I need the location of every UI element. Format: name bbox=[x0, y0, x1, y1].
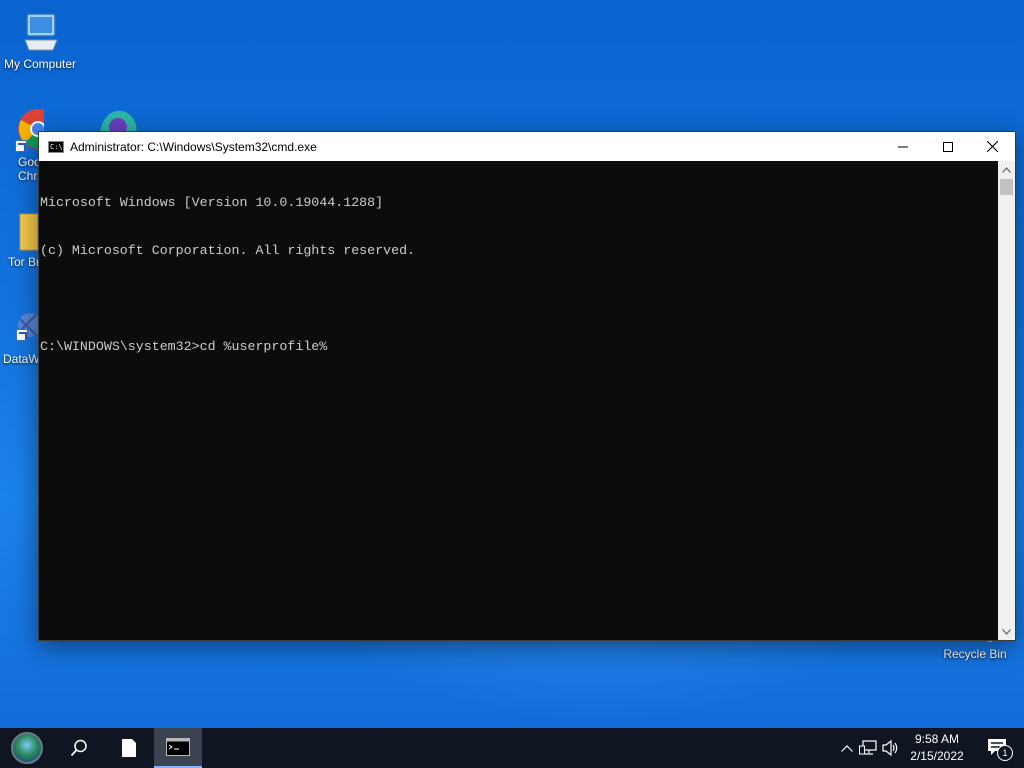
start-orb-icon bbox=[11, 732, 43, 764]
scroll-down-button[interactable] bbox=[998, 623, 1015, 640]
maximize-icon bbox=[942, 141, 953, 152]
minimize-icon bbox=[897, 146, 908, 147]
cmd-app-icon: C:\ bbox=[48, 140, 64, 153]
desktop-icon-app[interactable] bbox=[92, 105, 142, 131]
vertical-scrollbar[interactable] bbox=[998, 161, 1015, 640]
scroll-thumb[interactable] bbox=[1000, 179, 1013, 195]
volume-icon bbox=[882, 740, 898, 756]
window-title: Administrator: C:\Windows\System32\cmd.e… bbox=[70, 139, 317, 154]
cmd-window[interactable]: C:\ Administrator: C:\Windows\System32\c… bbox=[38, 131, 1016, 641]
start-button[interactable] bbox=[4, 728, 50, 768]
desktop-icon-tor-browser[interactable]: Tor Br bbox=[0, 208, 38, 269]
taskbar: 9:58 AM 2/15/2022 1 bbox=[0, 728, 1024, 768]
minimize-button[interactable] bbox=[880, 132, 925, 161]
scroll-up-button[interactable] bbox=[998, 161, 1015, 178]
notification-count-badge: 1 bbox=[997, 745, 1013, 761]
search-button[interactable] bbox=[56, 728, 102, 768]
clock-date: 2/15/2022 bbox=[910, 749, 964, 763]
console-output[interactable]: Microsoft Windows [Version 10.0.19044.12… bbox=[39, 161, 998, 640]
clock-time: 9:58 AM bbox=[914, 732, 960, 746]
desktop-icon-datawrapper[interactable]: DataW bbox=[0, 305, 38, 366]
computer-icon bbox=[19, 10, 61, 54]
console-prompt-line: C:\WINDOWS\system32>cd %userprofile% bbox=[40, 339, 328, 354]
app-icon bbox=[92, 105, 137, 131]
desktop-icon-label: My Computer bbox=[3, 57, 77, 71]
cmd-icon bbox=[166, 738, 190, 756]
shortcut-arrow-icon bbox=[15, 140, 27, 152]
volume-button[interactable] bbox=[880, 728, 902, 768]
desktop-icon-label: DataW bbox=[3, 352, 38, 366]
desktop-icon-my-computer[interactable]: My Computer bbox=[0, 10, 80, 71]
console-line: (c) Microsoft Corporation. All rights re… bbox=[40, 243, 416, 258]
notification-center-button[interactable]: 1 bbox=[978, 728, 1018, 768]
chevron-down-icon bbox=[1002, 628, 1011, 635]
chevron-up-icon bbox=[1002, 166, 1011, 173]
network-button[interactable] bbox=[856, 728, 880, 768]
document-icon bbox=[122, 739, 136, 757]
taskbar-file-explorer[interactable] bbox=[106, 728, 152, 768]
taskbar-clock[interactable]: 9:58 AM 2/15/2022 bbox=[902, 728, 972, 768]
datawrapper-icon bbox=[14, 305, 38, 349]
close-icon bbox=[987, 141, 998, 152]
maximize-button[interactable] bbox=[925, 132, 970, 161]
show-hidden-icons-button[interactable] bbox=[838, 728, 856, 768]
desktop-icon-label: Recycle Bin bbox=[943, 647, 1007, 661]
console-line: Microsoft Windows [Version 10.0.19044.12… bbox=[40, 195, 384, 210]
desktop-icon-label: Tor Br bbox=[8, 255, 38, 269]
taskbar-cmd-app[interactable] bbox=[154, 728, 202, 768]
search-icon bbox=[70, 739, 87, 757]
network-icon bbox=[859, 740, 877, 755]
shortcut-arrow-icon bbox=[16, 329, 28, 341]
folder-icon bbox=[18, 208, 38, 252]
chevron-up-icon bbox=[841, 744, 853, 752]
system-tray bbox=[838, 728, 902, 768]
window-titlebar[interactable]: C:\ Administrator: C:\Windows\System32\c… bbox=[39, 132, 1015, 161]
close-button[interactable] bbox=[970, 132, 1015, 161]
